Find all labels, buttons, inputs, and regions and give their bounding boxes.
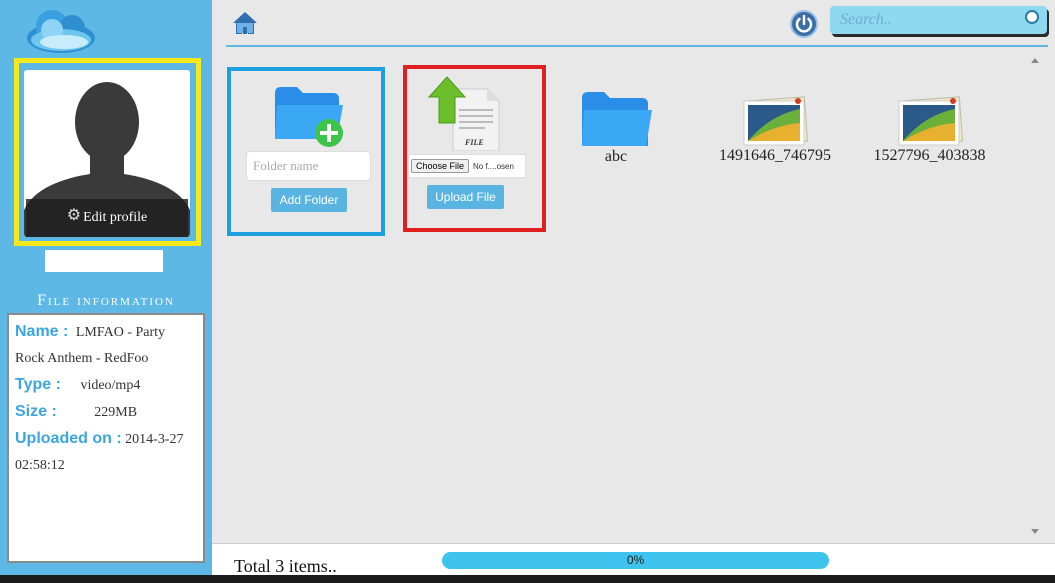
avatar: ⚙ Edit profile [24,70,190,237]
fi-name-row: Name : LMFAO - Party Rock Anthem - RedFo… [15,319,197,372]
header-divider [226,45,1048,47]
folder-name-input[interactable] [246,151,371,181]
scroll-up-icon[interactable] [1031,58,1039,63]
cloud-logo-icon [27,10,95,53]
edit-profile-label: Edit profile [83,210,148,225]
fi-size-value: 229MB [94,405,138,420]
file-information-panel: Name : LMFAO - Party Rock Anthem - RedFo… [7,313,205,563]
fi-uploaded-key: Uploaded on : [15,430,122,447]
fi-size-key: Size : [15,403,57,420]
fi-type-value: video/mp4 [80,378,141,393]
power-icon [795,14,813,33]
file-information-title: File information [37,292,175,309]
image-file-icon [743,96,808,146]
item-label: 1491646_746795 [719,147,831,164]
upload-file-button[interactable]: Upload File [427,185,504,209]
upload-progress-bar: 0% [442,552,829,569]
scrollbar[interactable] [1027,52,1043,540]
power-button[interactable] [790,10,818,38]
item-label: abc [604,148,628,165]
add-folder-button[interactable]: Add Folder [271,188,347,212]
search-icon[interactable] [1025,10,1039,24]
gear-icon: ⚙ [66,207,82,224]
fi-type-row: Type : video/mp4 [15,372,197,399]
fi-size-row: Size : 229MB [15,399,197,426]
progress-label: 0% [626,553,645,567]
item-label: 1527796_403838 [873,147,986,164]
main-area: Add Folder FILE Choose File No f....osen… [212,0,1055,543]
search-box [830,6,1047,34]
file-upload-icon: FILE [427,76,500,151]
list-item[interactable]: 1527796_403838 [863,95,996,165]
list-item[interactable]: 1491646_746795 [710,95,840,165]
scroll-down-icon[interactable] [1031,529,1039,534]
fi-type-key: Type : [15,376,61,393]
upload-panel: FILE Choose File No f....osen Upload Fil… [403,65,546,232]
image-file-icon [898,96,963,146]
bottom-strip [0,575,1055,583]
add-folder-panel: Add Folder [227,67,385,236]
no-file-label: No f....osen [473,161,514,171]
svg-text:FILE: FILE [464,138,484,147]
search-input[interactable] [840,10,1010,30]
fi-uploaded-row: Uploaded on : 2014-3-27 02:58:12 [15,426,197,479]
folder-plus-icon [275,87,343,147]
fi-name-key: Name : [15,323,69,340]
profile-frame: ⚙ Edit profile [14,58,201,246]
username-box [45,250,163,272]
total-items-text: Total 3 items.. [234,556,337,576]
sidebar: ⚙ Edit profile File information Name : L… [0,0,212,575]
file-chooser[interactable]: Choose File No f....osen [408,154,526,178]
status-bar: Total 3 items.. 0% [212,543,1055,576]
edit-profile-button[interactable]: ⚙ Edit profile [26,199,188,237]
list-item[interactable]: abc [556,90,676,166]
folder-icon [582,92,652,146]
home-icon[interactable] [232,10,258,36]
choose-file-button[interactable]: Choose File [411,159,470,173]
